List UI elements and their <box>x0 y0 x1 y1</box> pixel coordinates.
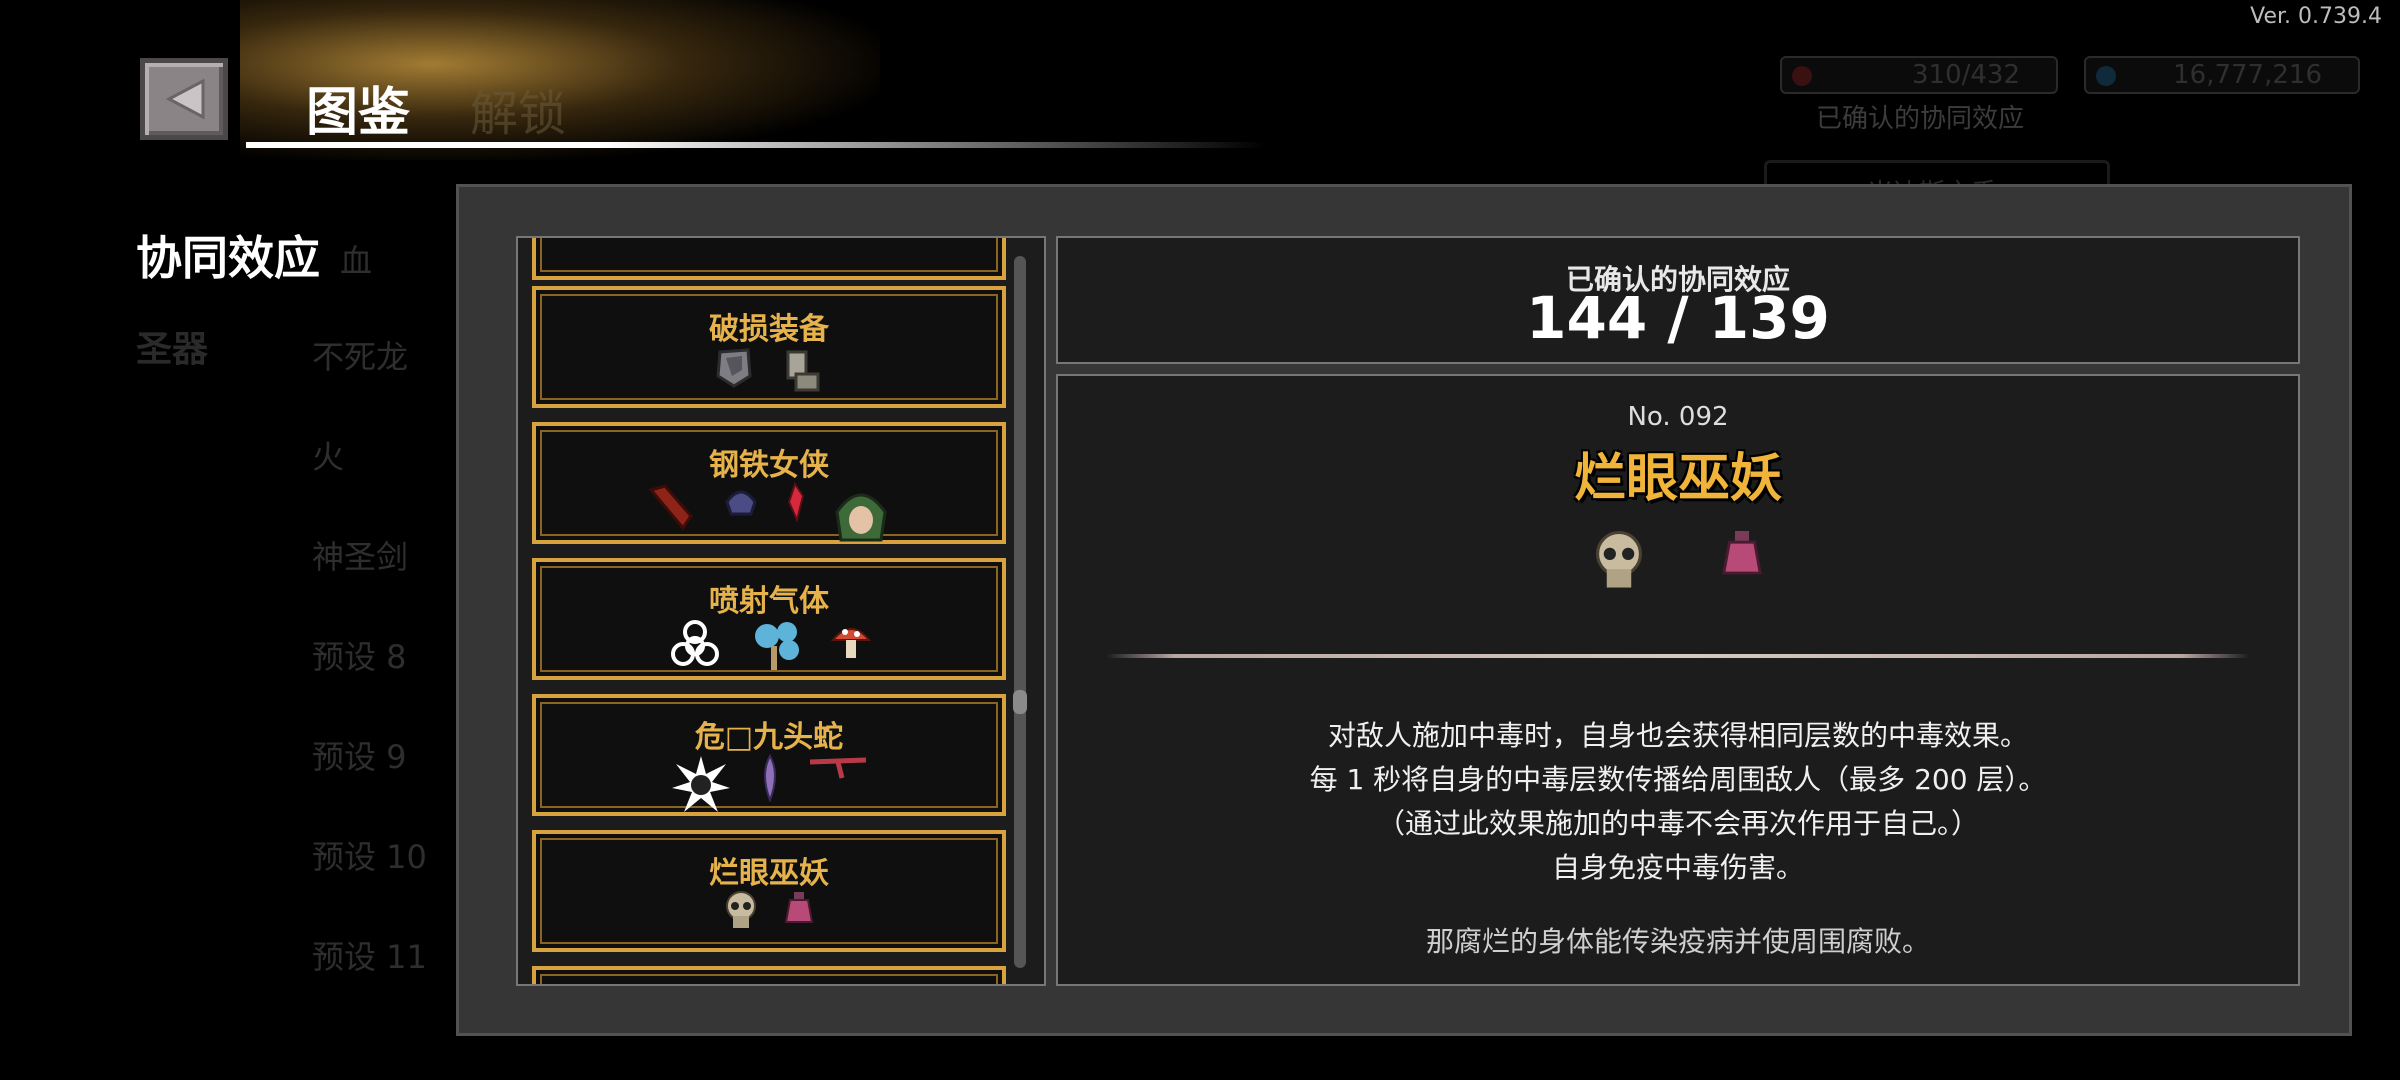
bg-list-item: 预设 8 <box>312 638 407 676</box>
poison-flask-icon <box>784 892 814 923</box>
list-scroll-thumb[interactable] <box>1013 690 1027 714</box>
synergy-card-partial[interactable] <box>532 966 1006 984</box>
helmet-icon <box>725 490 757 516</box>
synergy-description: 对敌人施加中毒时，自身也会获得相同层数的中毒效果。 每 1 秒将自身的中毒层数传… <box>1058 714 2298 890</box>
synergy-card-name: 喷射气体 <box>709 584 829 619</box>
category-relics[interactable]: 圣器 <box>136 320 208 372</box>
bg-list-item: 血 <box>340 242 373 280</box>
synergy-card[interactable]: 喷射气体 <box>532 558 1006 680</box>
confirmed-count: 144 / 139 <box>1526 284 1830 352</box>
synergy-card[interactable]: 危□九头蛇 <box>532 694 1006 816</box>
skull-burst-icon <box>672 756 730 812</box>
back-button[interactable] <box>140 58 228 140</box>
bg-list-item: 神圣剑 <box>312 538 409 576</box>
bg-list-item: 不死龙 <box>312 338 409 376</box>
synergy-card-partial[interactable] <box>532 238 1006 280</box>
synergy-card[interactable]: 钢铁女侠 <box>532 422 1006 544</box>
title-underline <box>246 142 1266 148</box>
flavor-text: 那腐烂的身体能传染疫病并使周围腐败。 <box>1425 925 1930 958</box>
bg-confirmed-label: 已确认的协同效应 <box>1816 104 2025 134</box>
synergy-card-name: 破损装备 <box>709 312 829 347</box>
tab-unlock[interactable]: 解锁 <box>470 74 566 144</box>
synergy-card-name: 烂眼巫妖 <box>709 856 829 891</box>
description-line: 每 1 秒将自身的中毒层数传播给周围敌人（最多 200 层）。 <box>1309 763 2047 796</box>
red-crystal-icon <box>787 482 805 522</box>
bg-list-item: 预设 11 <box>312 938 427 976</box>
broken-armor-icon <box>716 348 752 388</box>
purple-feather-icon <box>764 754 776 802</box>
description-line: （通过此效果施加的中毒不会再次作用于自己。） <box>1376 807 1979 840</box>
skull-icon <box>1596 530 1642 588</box>
gem-counter: 310/432 <box>1780 56 2058 94</box>
red-mushroom-icon <box>831 628 871 658</box>
synergy-card[interactable]: 破损装备 <box>532 286 1006 408</box>
gold-count: 16,777,216 <box>2173 60 2322 90</box>
back-arrow-icon <box>165 78 205 120</box>
blue-mushroom-icon <box>755 622 799 670</box>
synergy-list[interactable]: 破损装备 钢铁女侠 喷射气体 危□九头蛇 烂眼巫妖 <box>516 236 1046 986</box>
gem-icon <box>1792 66 1812 86</box>
skull-icon <box>726 891 756 928</box>
detail-divider <box>1106 654 2250 658</box>
bg-list-item: 火 <box>312 438 345 476</box>
description-line: 对敌人施加中毒时，自身也会获得相同层数的中毒效果。 <box>1327 719 2028 752</box>
gem-count: 310/432 <box>1911 60 2020 90</box>
category-synergy[interactable]: 协同效应 <box>136 222 320 288</box>
page-title: 图鉴 <box>306 83 411 143</box>
synergy-detail: No. 092 烂眼巫妖 对敌人施加中毒时，自身也会获得相同层数的中毒效果。 每… <box>1056 374 2300 986</box>
diamond-icon <box>2096 66 2116 86</box>
gauntlet-icon <box>786 350 820 392</box>
biohazard-icon <box>671 620 719 666</box>
version-label: Ver. 0.739.4 <box>2250 4 2382 29</box>
synergy-card-selected[interactable]: 烂眼巫妖 <box>532 830 1006 952</box>
synergy-title: 烂眼巫妖 <box>1573 449 1782 509</box>
bg-list-item: 预设 9 <box>312 738 407 776</box>
list-scrollbar[interactable] <box>1014 256 1026 968</box>
green-hair-girl-icon <box>835 493 887 542</box>
synergy-number: No. 092 <box>1627 402 1729 432</box>
gold-counter: 16,777,216 <box>2084 56 2360 94</box>
red-whip-icon <box>809 757 867 779</box>
description-line: 自身免疫中毒伤害。 <box>1551 851 1804 884</box>
synergy-card-name: 钢铁女侠 <box>709 448 829 483</box>
confirmed-synergy-counter: 已确认的协同效应 144 / 139 <box>1056 236 2300 364</box>
poison-flask-icon <box>1722 531 1762 575</box>
synergy-card-name: 危□九头蛇 <box>694 720 844 755</box>
bg-list-item: 预设 10 <box>312 838 427 876</box>
red-arm-icon <box>648 484 693 531</box>
